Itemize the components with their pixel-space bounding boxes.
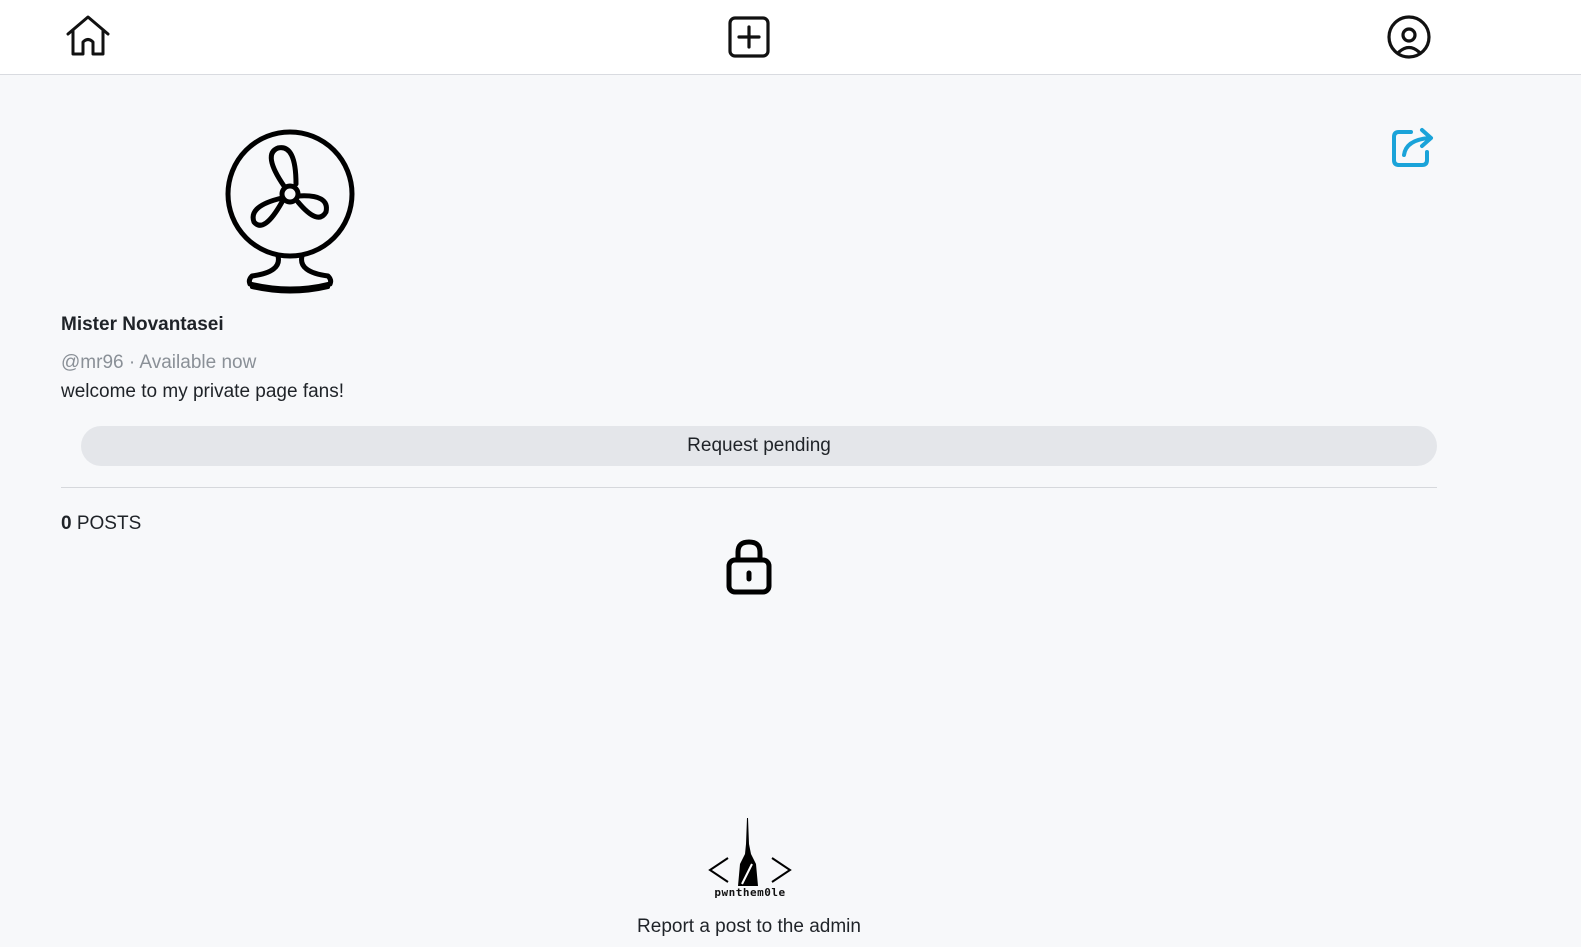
posts-count-label: POSTS <box>76 513 142 534</box>
top-navbar <box>0 0 1581 75</box>
request-pending-button[interactable]: Request pending <box>81 426 1437 466</box>
lock-icon <box>723 538 775 598</box>
avatar-fan-icon <box>220 124 362 296</box>
mole-antonelliana-logo-icon <box>708 818 792 886</box>
profile-bio: welcome to my private page fans! <box>61 381 345 402</box>
profile-username-status: @mr96 · Available now <box>61 352 257 373</box>
share-icon[interactable] <box>1389 124 1437 170</box>
profile-icon[interactable] <box>1386 14 1432 60</box>
home-icon[interactable] <box>64 12 112 60</box>
section-divider <box>61 487 1437 488</box>
footer-logo-text: pwnthem0le <box>714 886 786 899</box>
profile-display-name: Mister Novantasei <box>61 314 224 335</box>
footer-logo: pwnthem0le <box>700 814 800 906</box>
posts-count: 0 POSTS <box>61 513 141 535</box>
posts-count-number: 0 <box>61 513 72 534</box>
create-post-icon[interactable] <box>726 14 772 60</box>
report-post-link[interactable]: Report a post to the admin <box>590 916 908 938</box>
